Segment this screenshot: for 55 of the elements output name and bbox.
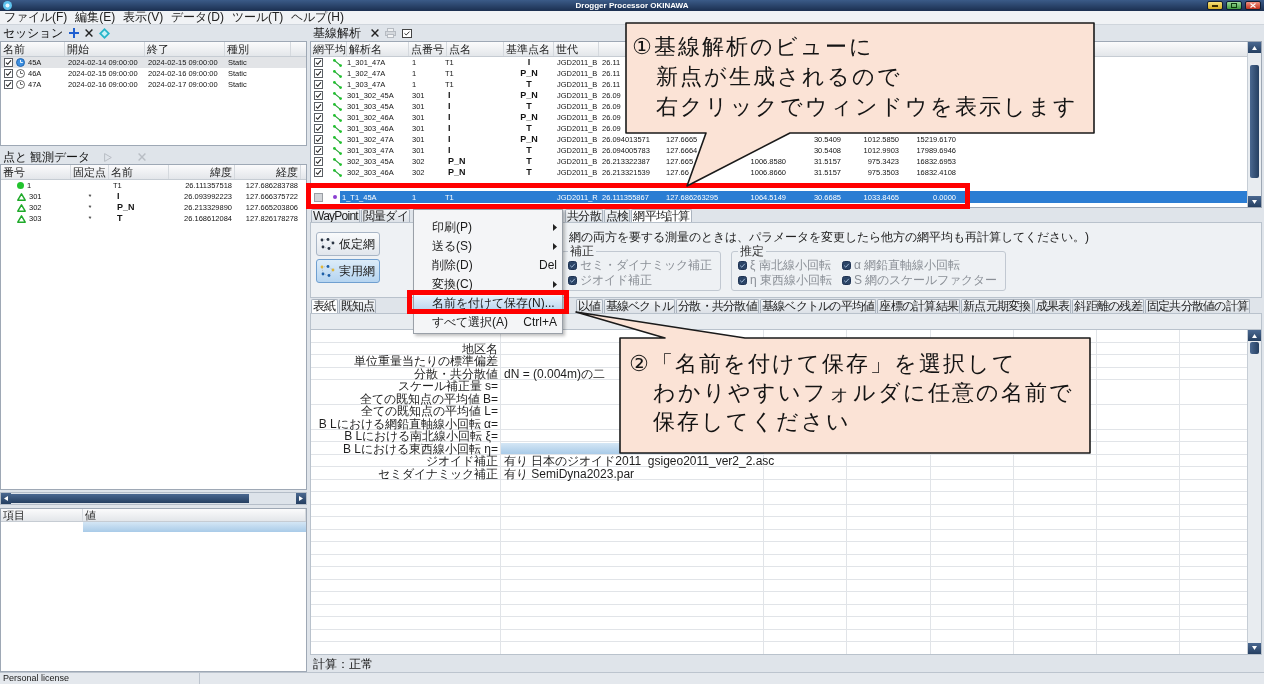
table-cell-text: P_N (519, 68, 539, 79)
option-label: η 東西線小回転 (750, 273, 832, 287)
table-cell-text: I (447, 90, 452, 101)
option-label: ξ 南北線小回転 (750, 258, 831, 272)
note-text: 網の両方を要する測量のときは、パラメータを変更したら他方の網平均も再計算してください。) (568, 230, 1089, 244)
shortcut-label: Ctrl+A (523, 315, 557, 329)
table-cell-text: I (447, 101, 452, 112)
row-label: 単位重量当たりの標準偏差 (353, 355, 499, 368)
row-label: スケール補正量 s= (396, 380, 499, 393)
row-label: セミダイナミック補正 (377, 467, 499, 480)
group-title: 推定 (739, 245, 765, 258)
table-cell-text: T (525, 79, 533, 90)
option-label: ジオイド補正 (580, 273, 652, 287)
table-cell-text: P_N (519, 112, 539, 123)
row-label: 地区名 (462, 342, 499, 355)
table-cell-text: dN = (0.004m)の二 (503, 367, 607, 379)
table-cell-text: P_N (519, 90, 539, 101)
panel-title: 点と 観測データ (3, 150, 91, 164)
callout-text: ②「名前を付けて保存」を選択して わかりやすいフォルダに任意の名前で 保存してください (629, 350, 1074, 436)
option-label: α 網鉛直軸線小回転 (854, 258, 961, 272)
table-cell-text: T (525, 167, 533, 178)
row-label: 全ての既知点の平均値 L= (360, 405, 499, 418)
row-label: B Lにおける東西線小回転 η= (341, 442, 499, 455)
panel-title: 基線解析 (313, 26, 361, 40)
table-cell-text: 有り SemiDyna2023.par (503, 467, 636, 479)
table-cell-text: I (447, 134, 452, 145)
table-cell-text: I (116, 191, 121, 202)
option-label: セミ・ダイナミック補正 (580, 258, 712, 272)
table-cell-text: P_N (116, 202, 136, 213)
row-label: 分散・共分散値 (413, 367, 499, 380)
group-title: 補正 (569, 245, 595, 258)
row-label: B Lにおける網鉛直軸線小回転 α= (317, 417, 499, 430)
shortcut-label: Del (539, 258, 557, 272)
table-cell-text: T (525, 156, 533, 167)
table-cell-text: 有り 日本のジオイド2011 gsigeo2011_ver2_2.asc (503, 455, 776, 467)
table-cell-text: P_N (447, 156, 467, 167)
table-cell-text: T (116, 213, 124, 224)
table-cell-text: T (525, 101, 533, 112)
table-cell-text: I (447, 145, 452, 156)
table-cell-text: I (447, 112, 452, 123)
panel-title: セッション (3, 26, 63, 40)
license-text: Personal license (0, 673, 200, 684)
table-cell-text: I (526, 57, 532, 68)
table-cell-text: P_N (447, 167, 467, 178)
row-label: 全ての既知点の平均値 B= (358, 392, 499, 405)
window-title: Drogger Processor OKINAWA (575, 0, 689, 11)
callout-text: ①基線解析のビューに 新点が生成されるので 右クリックでウィンドウを表示します (632, 33, 1078, 121)
table-cell-text: I (447, 123, 452, 134)
option-label: S 網のスケールファクター (854, 273, 998, 287)
table-cell-text: T (525, 145, 533, 156)
row-label: ジオイド補正 (426, 455, 499, 468)
table-cell-text: T (525, 123, 533, 134)
table-cell-text: P_N (519, 134, 539, 145)
row-label: B Lにおける南北線小回転 ξ= (343, 430, 499, 443)
status-text: 計算：正常 (313, 656, 373, 671)
